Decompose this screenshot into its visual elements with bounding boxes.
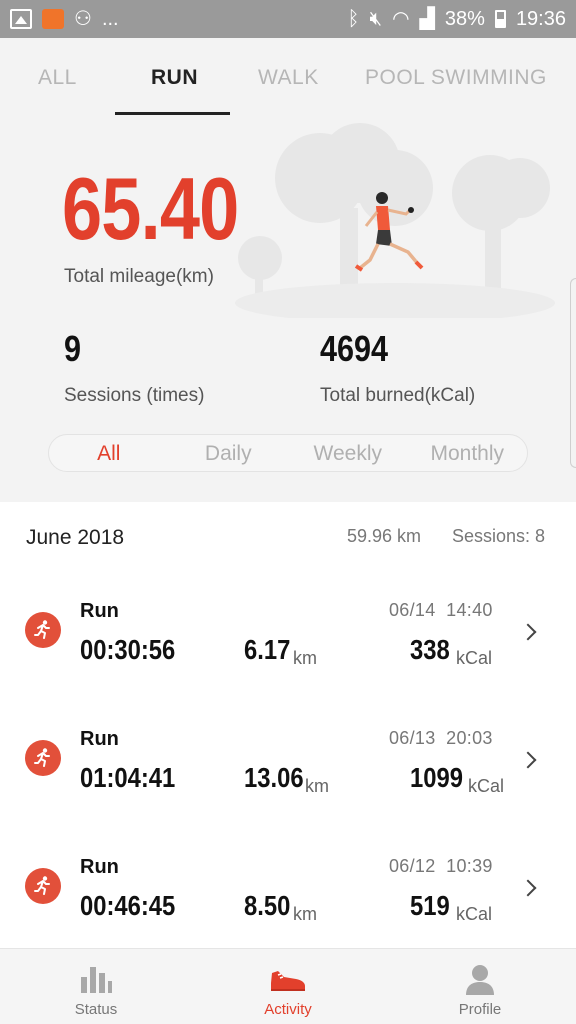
tab-all[interactable]: ALL: [38, 66, 77, 90]
tab-run[interactable]: RUN: [151, 66, 198, 90]
distance-unit: km: [293, 648, 317, 668]
activity-distance: 13.06: [244, 762, 304, 793]
calories-unit: kCal: [456, 904, 493, 924]
month-distance: 59.96 km: [347, 526, 422, 546]
battery-icon: [494, 10, 506, 28]
activity-distance: 8.50: [244, 890, 291, 921]
bottom-navigation: Status Activity Profile: [0, 948, 576, 1024]
activity-type: Run: [80, 856, 119, 878]
activity-duration: 00:46:45: [80, 890, 176, 921]
runner-illustration: [235, 123, 555, 318]
sessions-label: Sessions (times): [64, 385, 205, 406]
chevron-right-icon: [519, 623, 537, 641]
activity-distance: 6.17: [244, 634, 291, 665]
activity-duration: 01:04:41: [80, 762, 176, 793]
calories-unit: kCal: [468, 776, 505, 796]
active-tab-indicator: [115, 112, 230, 115]
total-mileage-value: 65.40: [62, 159, 239, 258]
shoe-icon: [271, 971, 305, 991]
run-icon: [25, 868, 61, 904]
app-icon: [42, 9, 64, 29]
tab-walk[interactable]: WALK: [258, 66, 319, 90]
distance-unit: km: [305, 776, 329, 796]
status-bar-left: ⚇ ...: [10, 9, 119, 29]
run-icon: [25, 740, 61, 776]
calories-unit: kCal: [456, 648, 493, 668]
summary-section: ALL RUN WALK POOL SWIMMING 65.40 Total m…: [0, 38, 576, 502]
total-mileage-label: Total mileage(km): [64, 266, 214, 287]
activity-calories: 338: [410, 634, 450, 665]
battery-percent: 38%: [444, 7, 485, 30]
period-weekly[interactable]: Weekly: [288, 435, 408, 471]
status-bar-right: ᛒ 🔇︎ ◠ ▟ 38% 19:36: [347, 8, 566, 31]
period-monthly[interactable]: Monthly: [408, 435, 528, 471]
distance-unit: km: [293, 904, 317, 924]
activity-calories: 519: [410, 890, 450, 921]
nav-status[interactable]: Status: [0, 949, 192, 1024]
run-icon: [25, 612, 61, 648]
bar-chart-icon: [81, 967, 112, 993]
activity-type: Run: [80, 600, 119, 622]
period-filter: All Daily Weekly Monthly: [48, 434, 528, 472]
activity-list: June 2018 59.96 km Sessions: 8 Run 06/14…: [0, 502, 576, 948]
activity-datetime: 06/12 10:39: [389, 856, 493, 876]
activity-duration: 00:30:56: [80, 634, 176, 665]
activity-calories: 1099: [410, 762, 463, 793]
period-all[interactable]: All: [49, 435, 169, 471]
nav-profile[interactable]: Profile: [384, 949, 576, 1024]
nav-activity-label: Activity: [264, 1001, 312, 1018]
signal-icon: ▟: [419, 8, 435, 30]
cast-icon: ⚇: [74, 8, 92, 30]
activity-type-tabs: ALL RUN WALK POOL SWIMMING: [0, 38, 576, 116]
nav-status-label: Status: [74, 1001, 118, 1018]
sessions-value: 9: [64, 328, 82, 369]
more-notifications: ...: [101, 8, 119, 30]
list-item[interactable]: Run 06/14 14:40 00:30:56 6.17 km 338 kCa…: [0, 572, 576, 700]
total-burned-label: Total burned(kCal): [320, 385, 476, 406]
image-icon: [10, 9, 32, 29]
month-header: June 2018: [26, 526, 125, 549]
chevron-right-icon: [519, 751, 537, 769]
side-handle[interactable]: [570, 278, 576, 468]
person-icon: [466, 965, 494, 995]
status-bar: ⚇ ... ᛒ 🔇︎ ◠ ▟ 38% 19:36: [0, 0, 576, 38]
period-daily[interactable]: Daily: [169, 435, 289, 471]
activity-datetime: 06/13 20:03: [389, 728, 493, 748]
tab-pool-swimming[interactable]: POOL SWIMMING: [365, 66, 547, 90]
mute-icon: 🔇︎: [369, 8, 383, 30]
list-item[interactable]: Run 06/13 20:03 01:04:41 13.06 km 1099 k…: [0, 700, 576, 828]
total-burned-value: 4694: [320, 328, 389, 369]
chevron-right-icon: [519, 879, 537, 897]
month-sessions: Sessions: 8: [452, 526, 546, 546]
nav-activity[interactable]: Activity: [192, 949, 384, 1024]
activity-type: Run: [80, 728, 119, 750]
activity-datetime: 06/14 14:40: [389, 600, 493, 620]
clock: 19:36: [515, 7, 566, 30]
wifi-icon: ◠: [392, 8, 410, 30]
nav-profile-label: Profile: [458, 1001, 502, 1018]
bluetooth-icon: ᛒ: [347, 8, 360, 30]
list-item[interactable]: Run 06/12 10:39 00:46:45 8.50 km 519 kCa…: [0, 828, 576, 948]
